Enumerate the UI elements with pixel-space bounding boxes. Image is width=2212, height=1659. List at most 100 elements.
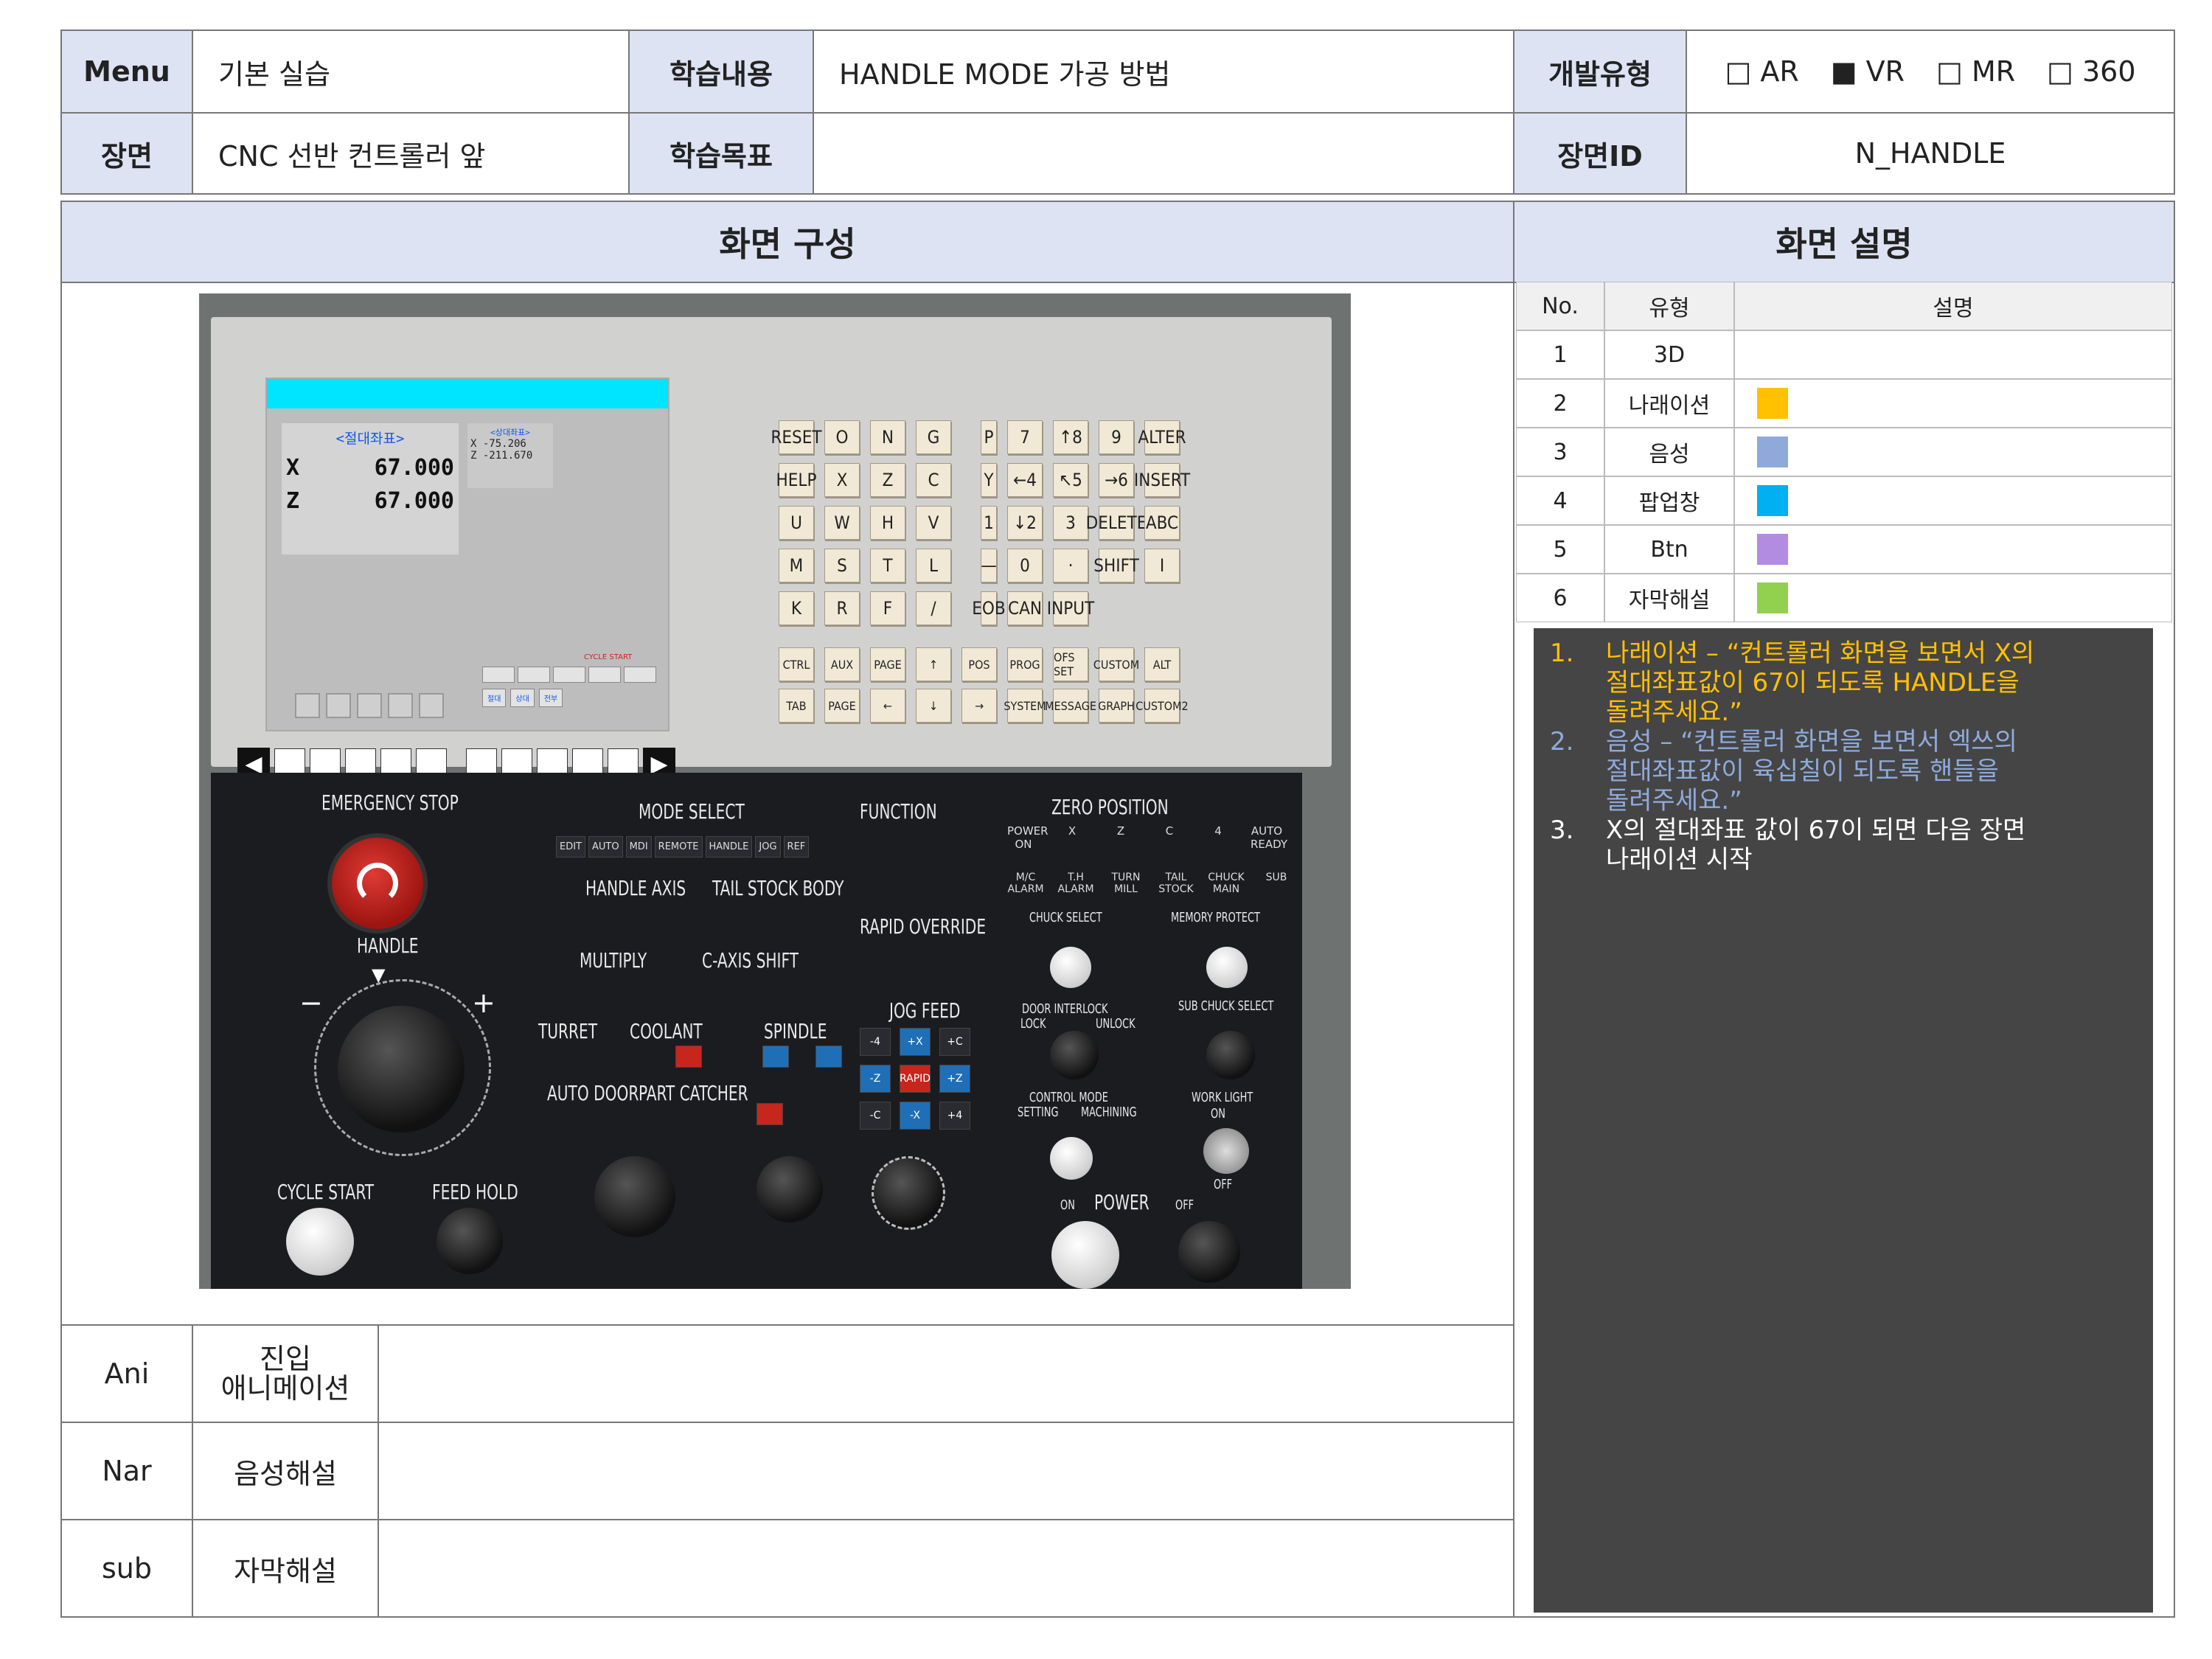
handle-wheel[interactable] [338,1006,465,1133]
keypad-key[interactable]: 3 [1053,506,1088,540]
keypad-key[interactable]: CAN [1007,591,1043,625]
work-light-toggle[interactable] [1203,1128,1249,1174]
keypad-function-key[interactable]: PAGE [824,689,860,723]
keypad-key[interactable]: N [870,420,905,454]
keypad-function-key[interactable]: SYSTEM [1004,689,1046,723]
keypad-key[interactable]: P [981,420,997,454]
keypad-key[interactable]: O [824,420,860,454]
keypad-key[interactable]: C [916,463,951,497]
jog-key[interactable]: +4 [939,1102,970,1130]
jog-key[interactable]: -Z [860,1065,891,1093]
cycle-start-button[interactable] [286,1208,354,1276]
jog-key[interactable]: +Z [939,1065,970,1093]
keypad-key[interactable]: T [870,549,905,582]
keypad-key[interactable]: INSERT [1134,463,1190,497]
devtype-ar[interactable]: □ AR [1725,55,1798,88]
keypad-key[interactable]: R [824,591,860,625]
keypad-function-key[interactable]: ← [870,689,905,723]
spindle-cw-button[interactable] [762,1046,789,1068]
keypad-function-key[interactable]: MESSAGE [1045,689,1096,723]
keypad-key[interactable]: ↑8 [1053,420,1088,454]
keypad-key[interactable]: · [1053,549,1088,582]
keypad-key[interactable]: ABC [1144,506,1180,540]
soft-tab-absolute[interactable]: 절대 [482,689,507,707]
keypad-key[interactable]: I [1144,549,1180,582]
mode-button-ref[interactable]: REF [783,836,810,858]
keypad-key[interactable]: →6 [1099,463,1134,497]
keypad-key[interactable]: 1 [981,506,997,540]
mode-button-auto[interactable]: AUTO [588,836,623,858]
keypad-function-key[interactable]: AUX [824,647,860,681]
keypad-function-key[interactable]: CUSTOM [1093,647,1139,681]
keypad-key[interactable]: U [779,506,814,540]
mode-button-mdi[interactable]: MDI [625,836,652,858]
feed-override-knob[interactable] [594,1156,675,1237]
keypad-function-key[interactable]: POS [961,647,997,681]
keypad-key[interactable]: 9 [1099,420,1134,454]
keypad-function-key[interactable]: ↓ [916,689,951,723]
keypad-key[interactable]: S [824,549,860,582]
keypad-key[interactable]: 0 [1007,549,1043,582]
mode-button-jog[interactable]: JOG [755,836,781,858]
spindle-stop-button[interactable] [815,1046,842,1068]
keypad-key[interactable]: G [916,420,951,454]
mode-button-remote[interactable]: REMOTE [654,836,703,858]
keypad-key[interactable]: DELETE [1086,506,1147,540]
keypad-key[interactable]: — [981,549,997,582]
keypad-key[interactable]: K [779,591,814,625]
spindle-override-knob[interactable] [872,1156,945,1230]
keypad-key[interactable]: L [916,549,951,582]
keypad-function-key[interactable]: TAB [779,689,814,723]
keypad-key[interactable]: HELP [776,463,816,497]
memory-protect-switch[interactable] [1206,947,1248,988]
keypad-key[interactable]: ALTER [1138,420,1186,454]
keypad-key[interactable]: Y [981,463,997,497]
keypad-function-key[interactable]: GRAPH [1098,689,1135,723]
keypad-key[interactable]: INPUT [1047,591,1094,625]
control-mode-switch[interactable] [1050,1137,1093,1180]
jog-key[interactable]: -X [900,1102,931,1130]
door-interlock-switch[interactable] [1050,1031,1099,1079]
keypad-function-key[interactable]: → [961,689,997,723]
devtype-vr[interactable]: ■ VR [1831,55,1905,88]
keypad-key[interactable]: / [916,591,951,625]
keypad-key[interactable]: W [824,506,860,540]
keypad-key[interactable]: EOB [972,591,1006,625]
keypad-function-key[interactable]: ALT [1144,647,1180,681]
spindle-stop-red-button[interactable] [757,1103,783,1125]
jog-key[interactable]: +C [939,1028,970,1056]
soft-tab-all[interactable]: 전부 [538,689,563,707]
rapid-override-knob[interactable] [757,1156,823,1222]
mode-button-edit[interactable]: EDIT [556,836,585,858]
emergency-stop-button[interactable] [327,833,428,933]
keypad-function-key[interactable]: OFS SET [1053,647,1088,681]
soft-tab-relative[interactable]: 상대 [510,689,535,707]
jog-key[interactable]: -4 [860,1028,891,1056]
keypad-key[interactable]: ↓2 [1007,506,1043,540]
power-off-button[interactable] [1178,1221,1240,1283]
keypad-key[interactable]: H [870,506,905,540]
jog-key[interactable]: +X [900,1028,931,1056]
keypad-key[interactable]: M [779,549,814,582]
feed-hold-button[interactable] [437,1208,503,1274]
keypad-function-key[interactable]: CUSTOM2 [1135,689,1189,723]
keypad-function-key[interactable]: CTRL [779,647,814,681]
mode-button-handle[interactable]: HANDLE [705,836,753,858]
power-on-button[interactable] [1051,1221,1119,1289]
chuck-select-switch[interactable] [1050,947,1091,988]
sub-chuck-switch[interactable] [1206,1031,1255,1079]
keypad-key[interactable]: ↖5 [1053,463,1088,497]
keypad-key[interactable]: F [870,591,905,625]
keypad-key[interactable]: Z [870,463,905,497]
keypad-key[interactable]: 7 [1007,420,1043,454]
devtype-mr[interactable]: □ MR [1936,55,2015,88]
keypad-key[interactable]: SHIFT [1093,549,1139,582]
keypad-key[interactable]: V [916,506,951,540]
keypad-function-key[interactable]: PAGE [870,647,905,681]
keypad-key[interactable]: X [824,463,860,497]
jog-key[interactable]: -C [860,1102,891,1130]
keypad-key[interactable]: RESET [771,420,822,454]
keypad-function-key[interactable]: ↑ [916,647,951,681]
jog-key[interactable]: RAPID [900,1065,931,1093]
keypad-key[interactable]: ←4 [1007,463,1043,497]
